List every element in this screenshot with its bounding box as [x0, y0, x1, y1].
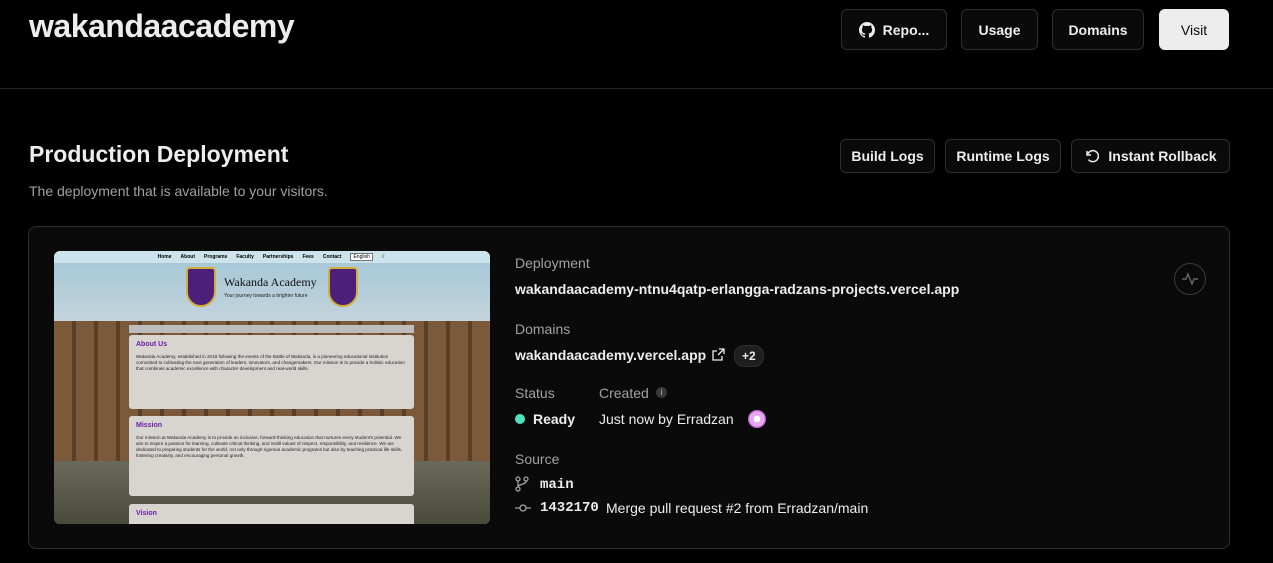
domains-extra-badge[interactable]: +2 — [734, 345, 764, 367]
source-label: Source — [515, 451, 560, 467]
preview-nav-fees: Fees — [302, 254, 314, 260]
build-logs-button[interactable]: Build Logs — [840, 139, 935, 173]
created-label: Created — [599, 385, 649, 401]
git-branch-icon — [515, 476, 529, 492]
commit-message[interactable]: Merge pull request #2 from Erradzan/main — [606, 500, 868, 516]
moon-icon: ☾ — [381, 254, 387, 260]
commit-hash[interactable]: 1432170 — [540, 500, 599, 516]
deployment-url[interactable]: wakandaacademy-ntnu4qatp-erlangga-radzan… — [515, 281, 959, 297]
preview-nav-contact: Contact — [322, 254, 342, 260]
preview-vision-box: Vision — [129, 504, 414, 524]
deployment-label: Deployment — [515, 255, 590, 271]
status-label: Status — [515, 385, 555, 401]
domains-button[interactable]: Domains — [1052, 9, 1144, 50]
runtime-logs-button[interactable]: Runtime Logs — [945, 139, 1061, 173]
preview-language-select: English — [350, 253, 373, 261]
usage-button[interactable]: Usage — [961, 9, 1038, 50]
repository-button[interactable]: Repo... — [841, 9, 947, 50]
deployment-preview[interactable]: Home About Programs Faculty Partnerships… — [54, 251, 490, 524]
repository-button-label: Repo... — [882, 21, 930, 38]
section-title: Production Deployment — [29, 141, 289, 167]
created-value: Just now by Erradzan — [599, 411, 734, 427]
preview-about-heading: About Us — [136, 341, 168, 348]
preview-site-title: Wakanda Academy — [224, 275, 317, 289]
preview-vision-heading: Vision — [136, 510, 157, 517]
git-commit-icon — [515, 504, 531, 512]
preview-mission-heading: Mission — [136, 422, 163, 429]
preview-nav: Home About Programs Faculty Partnerships… — [54, 251, 490, 263]
preview-nav-home: Home — [157, 254, 172, 260]
visit-button[interactable]: Visit — [1159, 9, 1229, 50]
instant-rollback-label: Instant Rollback — [1108, 148, 1217, 164]
preview-mission-box: Mission Our mission at Wakanda Academy i… — [129, 416, 414, 496]
preview-nav-faculty: Faculty — [236, 254, 254, 260]
crest-left-icon — [186, 267, 216, 307]
preview-mission-text: Our mission at Wakanda Academy is to pro… — [136, 435, 403, 458]
preview-nav-partnerships: Partnerships — [262, 254, 294, 260]
status-value: Ready — [533, 411, 576, 427]
preview-about-text: Wakanda Academy, established in 2018 fol… — [136, 354, 405, 371]
crest-right-icon — [328, 267, 358, 307]
rollback-icon — [1086, 149, 1100, 163]
activity-icon[interactable] — [1174, 263, 1206, 295]
preview-nav-programs: Programs — [204, 254, 228, 260]
branch-name[interactable]: main — [540, 477, 574, 493]
project-title: wakandaacademy — [29, 8, 295, 44]
info-icon[interactable]: i — [656, 387, 667, 398]
preview-nav-about: About — [180, 254, 195, 260]
preview-about-box: About Us Wakanda Academy, established in… — [129, 335, 414, 409]
domains-label: Domains — [515, 321, 571, 337]
instant-rollback-button[interactable]: Instant Rollback — [1071, 139, 1230, 173]
preview-banner-bar — [129, 325, 414, 333]
status-dot-icon — [515, 414, 525, 424]
section-subtitle: The deployment that is available to your… — [29, 183, 328, 199]
avatar[interactable] — [748, 410, 766, 428]
domain-link[interactable]: wakandaacademy.vercel.app — [515, 347, 706, 363]
top-bar: wakandaacademy Repo... Usage Domains Vis… — [0, 0, 1273, 89]
preview-tagline: Your journey towards a brighter future — [224, 293, 308, 299]
github-icon — [858, 21, 875, 38]
external-link-icon[interactable] — [712, 348, 725, 361]
deployment-card: Home About Programs Faculty Partnerships… — [28, 226, 1230, 549]
